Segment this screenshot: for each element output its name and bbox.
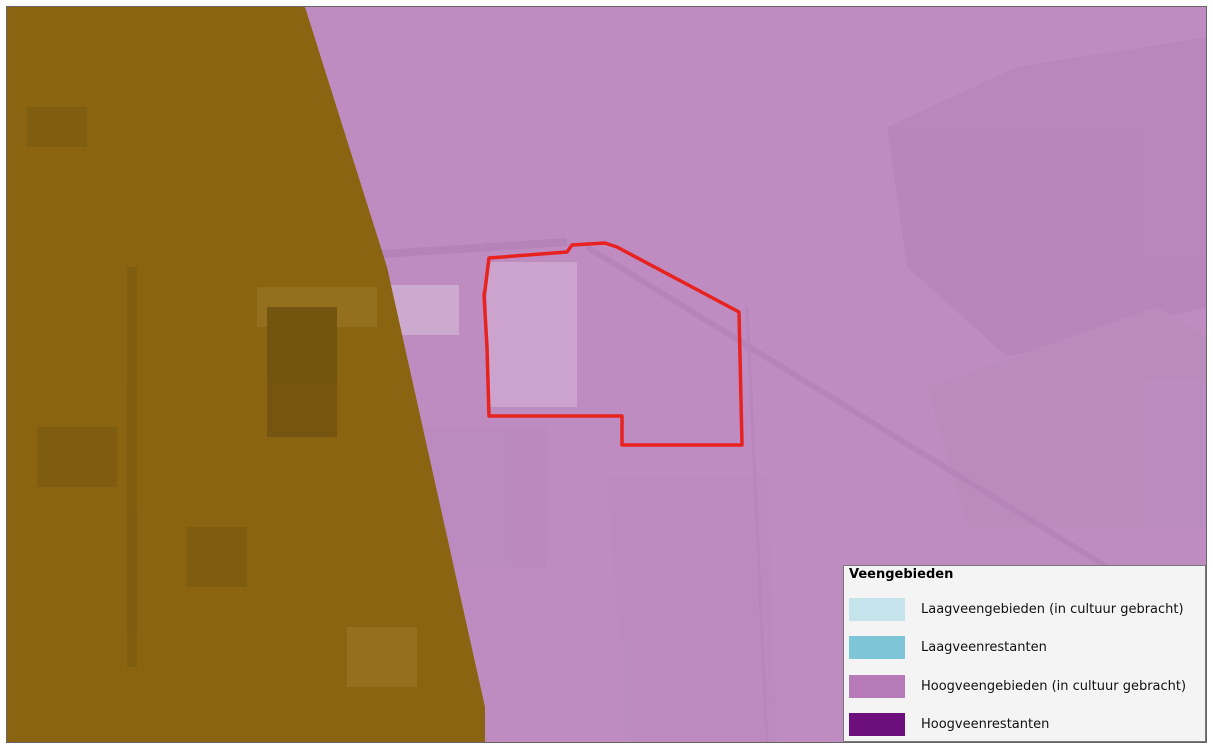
legend-label: Laagveengebieden (in cultuur gebracht) (921, 602, 1184, 617)
legend-item: Laagveengebieden (in cultuur gebracht) (849, 598, 1204, 622)
legend-swatch (849, 713, 905, 736)
legend-label: Hoogveenrestanten (921, 717, 1050, 732)
legend-item: Hoogveengebieden (in cultuur gebracht) (849, 675, 1204, 699)
building-hall (487, 262, 577, 407)
legend-swatch (849, 598, 905, 621)
legend-item: Hoogveenrestanten (849, 713, 1204, 737)
legend: Veengebieden Laagveengebieden (in cultuu… (843, 565, 1206, 742)
legend-item: Laagveenrestanten (849, 636, 1204, 660)
legend-label: Laagveenrestanten (921, 640, 1047, 655)
legend-title: Veengebieden (849, 567, 954, 582)
legend-swatch (849, 675, 905, 698)
legend-label: Hoogveengebieden (in cultuur gebracht) (921, 679, 1187, 694)
legend-swatch (849, 636, 905, 659)
